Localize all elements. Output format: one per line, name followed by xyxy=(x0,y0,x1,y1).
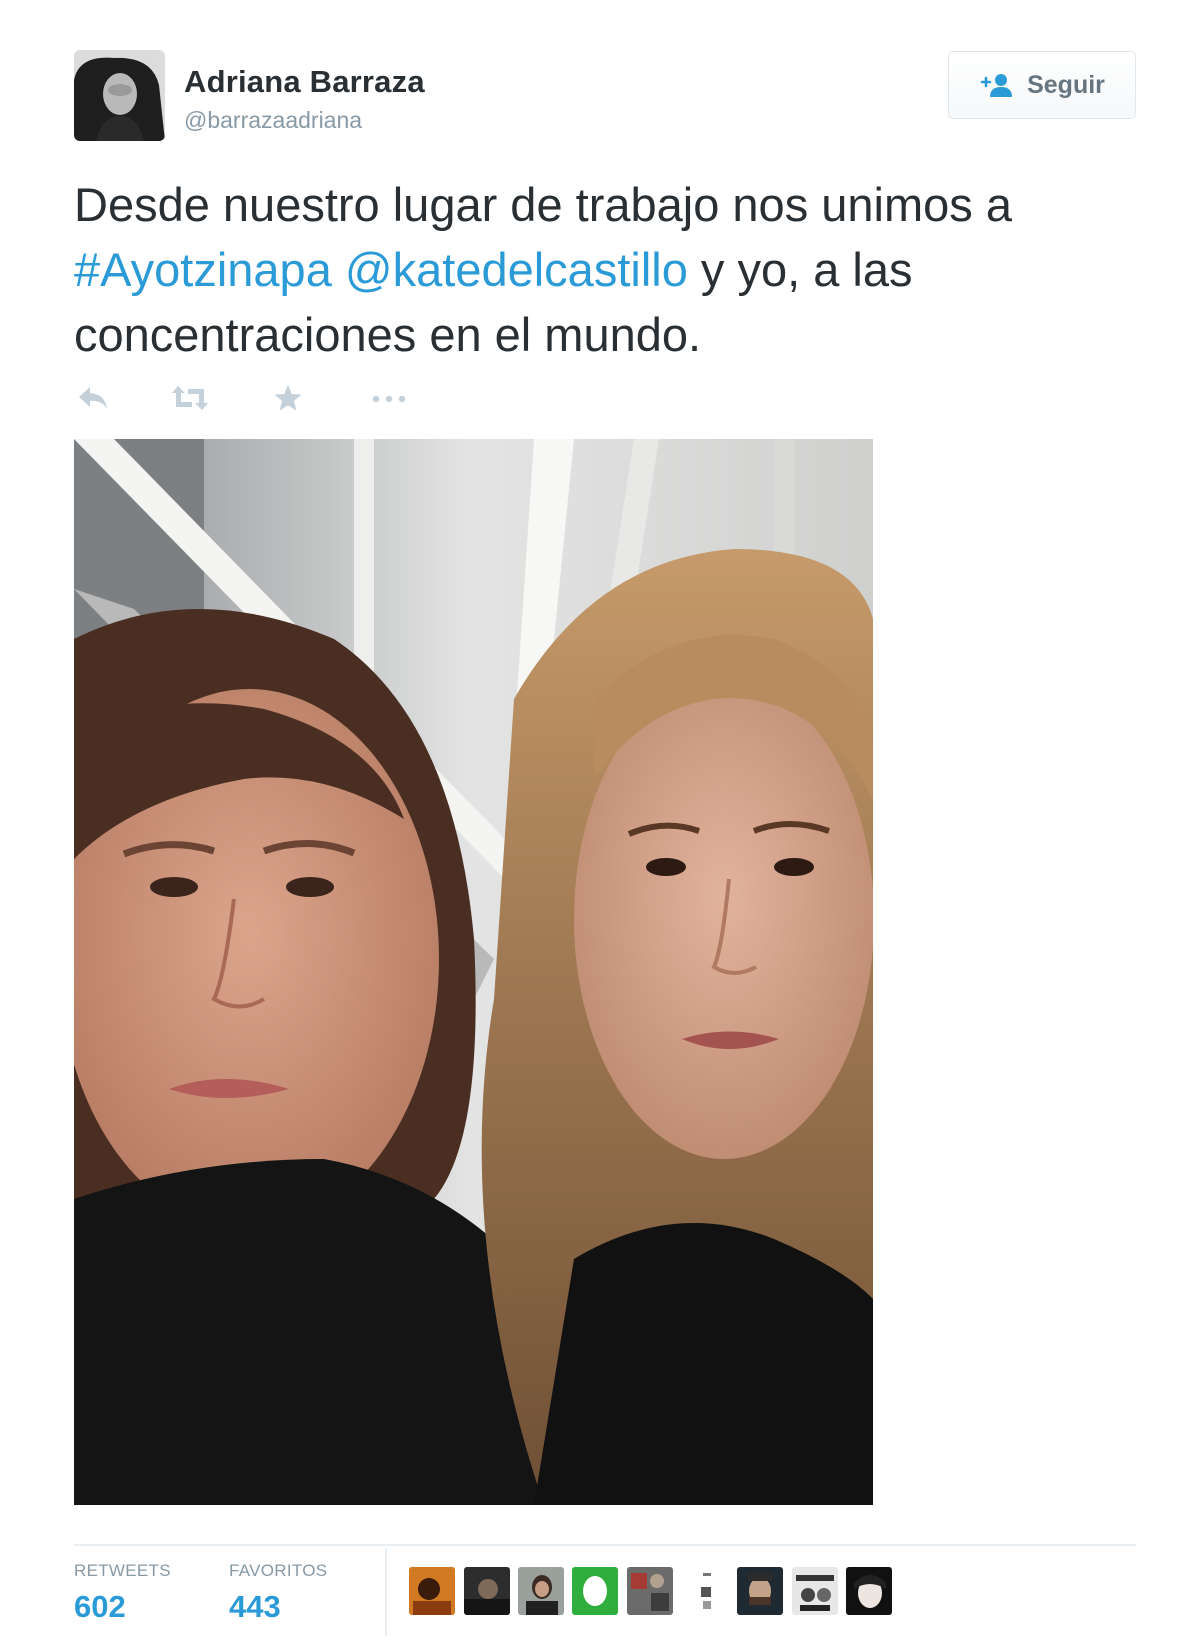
stats-separator xyxy=(385,1548,387,1636)
mention-link[interactable]: @katedelcastillo xyxy=(345,243,688,296)
hashtag-link[interactable]: #Ayotzinapa xyxy=(74,243,332,296)
favorite-star-icon[interactable] xyxy=(273,383,303,418)
favorites-count: 443 xyxy=(229,1589,281,1624)
retweets-stat[interactable]: RETWEETS 602 xyxy=(74,1561,171,1625)
follow-button-label: Seguir xyxy=(1027,70,1105,99)
tweet-text-start: Desde nuestro lugar de trabajo nos unimo… xyxy=(74,178,1012,231)
follow-button[interactable]: Seguir xyxy=(948,51,1136,119)
favoriter-avatar[interactable] xyxy=(518,1567,564,1615)
favoriter-avatar[interactable] xyxy=(409,1567,455,1615)
user-handle[interactable]: @barrazaadriana xyxy=(184,107,362,134)
tweet-text-space xyxy=(332,243,345,296)
favoriter-avatar[interactable] xyxy=(683,1567,729,1615)
favoriter-avatar[interactable] xyxy=(792,1567,838,1615)
more-dots-icon[interactable] xyxy=(370,383,408,418)
user-display-name[interactable]: Adriana Barraza xyxy=(184,64,425,100)
retweets-count: 602 xyxy=(74,1589,126,1624)
tweet-photo[interactable] xyxy=(74,439,873,1505)
tweet-text: Desde nuestro lugar de trabajo nos unimo… xyxy=(74,172,1094,367)
favoriter-avatar[interactable] xyxy=(627,1567,673,1615)
favoriter-avatar[interactable] xyxy=(737,1567,783,1615)
user-avatar[interactable] xyxy=(74,50,165,141)
follow-person-plus-icon xyxy=(979,73,1015,97)
favoriter-avatar[interactable] xyxy=(572,1567,618,1615)
favorites-label: FAVORITOS xyxy=(229,1561,328,1580)
retweets-label: RETWEETS xyxy=(74,1561,171,1580)
favoriter-avatar[interactable] xyxy=(846,1567,892,1615)
retweet-icon[interactable] xyxy=(170,383,210,418)
favoriter-avatar[interactable] xyxy=(464,1567,510,1615)
favorites-stat[interactable]: FAVORITOS 443 xyxy=(229,1561,327,1625)
stats-divider xyxy=(74,1544,1136,1546)
reply-icon[interactable] xyxy=(76,383,110,418)
